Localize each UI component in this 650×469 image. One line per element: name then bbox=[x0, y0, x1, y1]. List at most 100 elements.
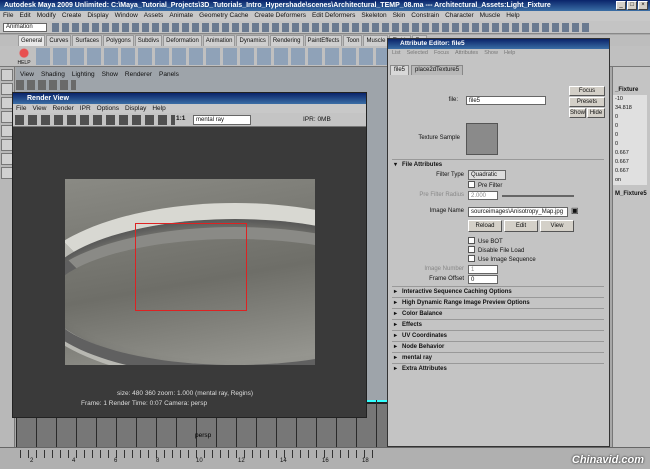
shelf-tab-rendering[interactable]: Rendering bbox=[269, 35, 304, 46]
menu-constrain[interactable]: Constrain bbox=[411, 11, 439, 21]
menu-modify[interactable]: Modify bbox=[37, 11, 56, 21]
edit-button[interactable]: Edit bbox=[504, 220, 538, 232]
render-toolbar-icons[interactable] bbox=[15, 115, 175, 125]
section-file-attributes[interactable]: File Attributes bbox=[392, 159, 604, 170]
rv-menu-render[interactable]: Render bbox=[52, 104, 73, 113]
menu-set-dropdown[interactable]: Animation bbox=[3, 23, 47, 32]
disable-file-load-checkbox[interactable]: Disable File Load bbox=[468, 246, 524, 254]
rv-menu-file[interactable]: File bbox=[16, 104, 26, 113]
ae-menu-selected[interactable]: Selected bbox=[407, 49, 428, 58]
viewport-menu-lighting[interactable]: Lighting bbox=[72, 70, 95, 79]
section-mental-ray[interactable]: mental ray bbox=[392, 352, 604, 363]
help-button[interactable]: HELP bbox=[17, 48, 31, 66]
section-extra-attributes[interactable]: Extra Attributes bbox=[392, 363, 604, 374]
section-interactive-sequence-caching[interactable]: Interactive Sequence Caching Options bbox=[392, 286, 604, 297]
channel-value[interactable]: 0 bbox=[613, 140, 647, 149]
shelf-tab-deformation[interactable]: Deformation bbox=[163, 35, 202, 46]
status-line-icons[interactable] bbox=[52, 23, 592, 32]
hide-button[interactable]: Hide bbox=[587, 108, 605, 118]
menu-skeleton[interactable]: Skeleton bbox=[361, 11, 386, 21]
menu-edit-deformers[interactable]: Edit Deformers bbox=[312, 11, 355, 21]
shelf-tab-animation[interactable]: Animation bbox=[202, 35, 236, 46]
menu-edit[interactable]: Edit bbox=[19, 11, 30, 21]
shelf-tab-subdivs[interactable]: Subdivs bbox=[134, 35, 163, 46]
channel-value[interactable]: 0.667 bbox=[613, 167, 647, 176]
ae-menu-attributes[interactable]: Attributes bbox=[455, 49, 478, 58]
attribute-editor-title[interactable]: Attribute Editor: file5 bbox=[388, 39, 609, 49]
reload-button[interactable]: Reload bbox=[468, 220, 502, 232]
menu-geometry-cache[interactable]: Geometry Cache bbox=[199, 11, 248, 21]
shelf-tab-general[interactable]: General bbox=[18, 35, 46, 46]
channel-value[interactable]: 34.818 bbox=[613, 104, 647, 113]
menu-assets[interactable]: Assets bbox=[144, 11, 164, 21]
rv-menu-options[interactable]: Options bbox=[97, 104, 119, 113]
section-uv-coordinates[interactable]: UV Coordinates bbox=[392, 330, 604, 341]
channel-value[interactable]: 0 bbox=[613, 113, 647, 122]
use-image-sequence-checkbox[interactable]: Use Image Sequence bbox=[468, 255, 536, 263]
view-button[interactable]: View bbox=[540, 220, 574, 232]
rv-menu-view[interactable]: View bbox=[32, 104, 46, 113]
use-bot-checkbox[interactable]: Use BOT bbox=[468, 237, 503, 245]
viewport-icons[interactable] bbox=[16, 80, 76, 90]
image-number-field[interactable]: 1 bbox=[468, 265, 498, 274]
frame-offset-field[interactable]: 0 bbox=[468, 275, 498, 284]
menu-create[interactable]: Create bbox=[62, 11, 82, 21]
file-node-name-field[interactable]: file5 bbox=[466, 96, 546, 105]
channel-value[interactable]: 0 bbox=[613, 122, 647, 131]
ae-menu-show[interactable]: Show bbox=[484, 49, 498, 58]
viewport-menu-renderer[interactable]: Renderer bbox=[125, 70, 152, 79]
viewport-menu-show[interactable]: Show bbox=[102, 70, 118, 79]
section-color-balance[interactable]: Color Balance bbox=[392, 308, 604, 319]
time-slider[interactable]: 2 4 6 8 10 12 14 16 18 bbox=[0, 447, 650, 469]
shelf-tab-painteffects[interactable]: PaintEffects bbox=[304, 35, 343, 46]
channel-value[interactable]: 0.667 bbox=[613, 149, 647, 158]
shelf-tab-curves[interactable]: Curves bbox=[46, 35, 72, 46]
rv-menu-help[interactable]: Help bbox=[152, 104, 165, 113]
presets-button[interactable]: Presets bbox=[569, 97, 605, 107]
menu-create-deformers[interactable]: Create Deformers bbox=[254, 11, 306, 21]
pre-filter-radius-field[interactable]: 2.000 bbox=[468, 191, 498, 200]
shelf-tab-surfaces[interactable]: Surfaces bbox=[72, 35, 103, 46]
tab-file5[interactable]: file5 bbox=[390, 65, 410, 75]
renderer-dropdown[interactable]: mental ray bbox=[193, 115, 251, 125]
channel-value[interactable]: -10 bbox=[613, 95, 647, 104]
tab-place2dtexture5[interactable]: place2dTexture5 bbox=[411, 65, 464, 75]
rv-menu-display[interactable]: Display bbox=[125, 104, 146, 113]
section-hdr-preview[interactable]: High Dynamic Range Image Preview Options bbox=[392, 297, 604, 308]
render-region-marquee[interactable] bbox=[135, 223, 247, 311]
select-tool-icon[interactable] bbox=[1, 69, 13, 81]
filter-type-dropdown[interactable]: Quadratic bbox=[468, 170, 506, 180]
rv-menu-ipr[interactable]: IPR bbox=[80, 104, 91, 113]
channel-value[interactable]: 0.667 bbox=[613, 158, 647, 167]
menu-muscle[interactable]: Muscle bbox=[480, 11, 501, 21]
show-button[interactable]: Show bbox=[569, 108, 586, 118]
menu-help[interactable]: Help bbox=[506, 11, 519, 21]
channel-value[interactable]: on bbox=[613, 176, 647, 185]
focus-button[interactable]: Focus bbox=[569, 86, 605, 96]
ratio-button[interactable]: 1:1 bbox=[176, 115, 185, 122]
ae-menu-list[interactable]: List bbox=[392, 49, 401, 58]
menu-skin[interactable]: Skin bbox=[393, 11, 406, 21]
menu-character[interactable]: Character bbox=[445, 11, 474, 21]
viewport-menu-shading[interactable]: Shading bbox=[41, 70, 65, 79]
pre-filter-radius-slider[interactable] bbox=[502, 195, 574, 197]
menu-window[interactable]: Window bbox=[115, 11, 138, 21]
pre-filter-checkbox[interactable]: Pre Filter bbox=[468, 181, 502, 189]
section-effects[interactable]: Effects bbox=[392, 319, 604, 330]
menu-file[interactable]: File bbox=[3, 11, 13, 21]
viewport-menu-panels[interactable]: Panels bbox=[159, 70, 179, 79]
menu-display[interactable]: Display bbox=[87, 11, 108, 21]
viewport-menu-view[interactable]: View bbox=[20, 70, 34, 79]
shelf-tab-polygons[interactable]: Polygons bbox=[103, 35, 134, 46]
shelf-tab-toon[interactable]: Toon bbox=[343, 35, 363, 46]
ae-menu-focus[interactable]: Focus bbox=[434, 49, 449, 58]
shelf-tab-muscle[interactable]: Muscle bbox=[363, 35, 389, 46]
ae-menu-help[interactable]: Help bbox=[504, 49, 515, 58]
section-node-behavior[interactable]: Node Behavior bbox=[392, 341, 604, 352]
folder-icon[interactable]: ▣ bbox=[571, 206, 579, 215]
shelf-tab-dynamics[interactable]: Dynamics bbox=[236, 35, 269, 46]
menu-animate[interactable]: Animate bbox=[169, 11, 193, 21]
minimize-button[interactable]: _ bbox=[616, 1, 626, 10]
channel-value[interactable]: 0 bbox=[613, 131, 647, 140]
render-view-title[interactable]: Render View bbox=[13, 93, 366, 104]
